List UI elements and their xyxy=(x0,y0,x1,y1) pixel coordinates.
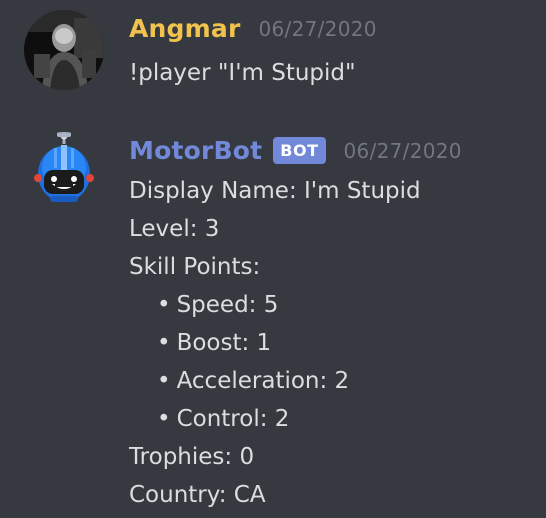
display-name-line: Display Name: I'm Stupid xyxy=(129,178,421,204)
level-line: Level: 3 xyxy=(129,216,220,242)
list-item: • Acceleration: 2 xyxy=(129,362,546,400)
message-text: !player "I'm Stupid" xyxy=(129,60,356,86)
timestamp: 06/27/2020 xyxy=(343,138,462,163)
trophies-line: Trophies: 0 xyxy=(129,444,255,470)
chat-messages: Angmar 06/27/2020 !player "I'm Stupid" M… xyxy=(0,0,546,518)
skill-points-line: Skill Points: xyxy=(129,254,261,280)
bullet-icon: • xyxy=(157,330,171,356)
author-name[interactable]: MotorBot xyxy=(129,136,262,165)
list-item: • Boost: 1 xyxy=(129,324,546,362)
list-item: • Speed: 5 xyxy=(129,286,546,324)
bullet-icon: • xyxy=(157,406,171,432)
author-name[interactable]: Angmar xyxy=(129,14,241,43)
speed-stat: Speed: 5 xyxy=(176,292,279,318)
message-header: MotorBot BOT 06/27/2020 xyxy=(129,136,462,165)
bullet-icon: • xyxy=(157,292,171,318)
bot-badge: BOT xyxy=(273,137,326,164)
message-content: !player "I'm Stupid" xyxy=(129,54,546,92)
control-stat: Control: 2 xyxy=(176,406,290,432)
message-header: Angmar 06/27/2020 xyxy=(129,14,377,43)
acceleration-stat: Acceleration: 2 xyxy=(176,368,350,394)
country-line: Country: CA xyxy=(129,482,266,508)
boost-stat: Boost: 1 xyxy=(176,330,272,356)
message-angmar: Angmar 06/27/2020 !player "I'm Stupid" xyxy=(0,0,546,118)
bullet-icon: • xyxy=(157,368,171,394)
bot-avatar[interactable] xyxy=(24,132,104,212)
timestamp: 06/27/2020 xyxy=(258,16,377,41)
avatar[interactable] xyxy=(24,10,104,90)
message-motorbot: MotorBot BOT 06/27/2020 Display Name: I'… xyxy=(0,118,546,518)
message-content: Display Name: I'm Stupid Level: 3 Skill … xyxy=(129,172,546,514)
list-item: • Control: 2 xyxy=(129,400,546,438)
